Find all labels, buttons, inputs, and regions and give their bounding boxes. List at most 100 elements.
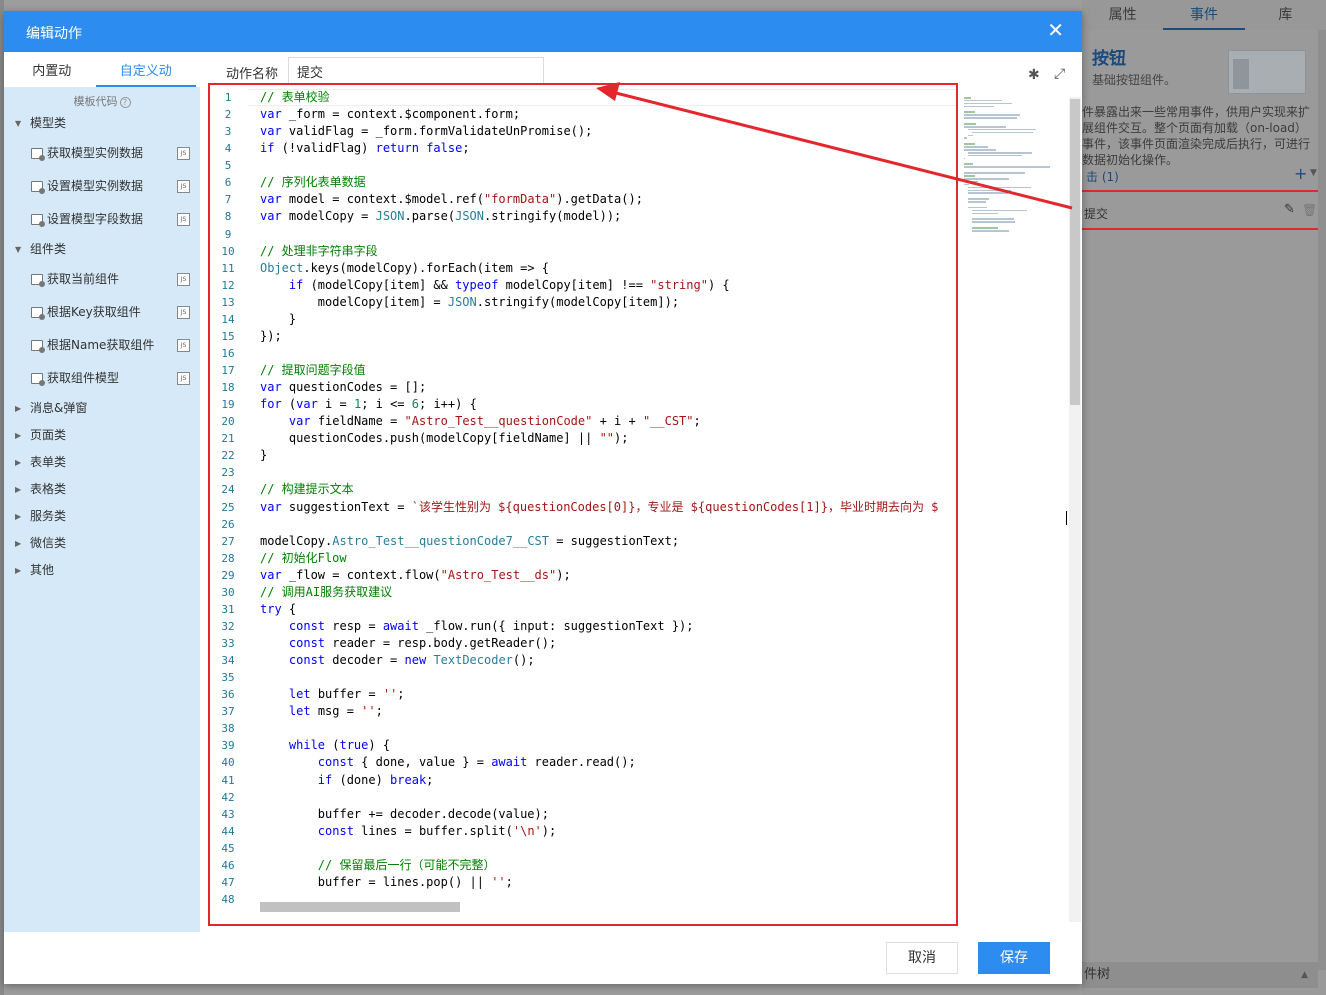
code-line[interactable]: if (modelCopy[item] && typeof modelCopy[…	[260, 277, 956, 294]
caret-right-icon[interactable]: ▶	[15, 503, 21, 530]
code-line[interactable]: Object.keys(modelCopy).forEach(item => {	[260, 260, 956, 277]
caret-right-icon[interactable]: ▶	[15, 422, 21, 449]
code-line[interactable]	[260, 226, 956, 243]
code-minimap[interactable]	[964, 97, 1068, 267]
tree-item[interactable]: 设置模型字段数据 JS	[4, 203, 200, 236]
save-button[interactable]: 保存	[978, 942, 1050, 974]
tree-item[interactable]: 设置模型实例数据 JS	[4, 170, 200, 203]
code-line[interactable]: for (var i = 1; i <= 6; i++) {	[260, 396, 956, 413]
code-content[interactable]: // 表单校验 var _form = context.$component.fo…	[260, 89, 956, 908]
js-file-icon[interactable]: JS	[177, 180, 190, 193]
code-line[interactable]: let buffer = '';	[260, 686, 956, 703]
caret-right-icon[interactable]: ▶	[15, 557, 21, 584]
caret-right-icon[interactable]: ▶	[15, 449, 21, 476]
add-event-icon[interactable]: +	[1294, 164, 1307, 183]
js-file-icon[interactable]: JS	[177, 306, 190, 319]
code-line[interactable]: // 初始化Flow	[260, 550, 956, 567]
code-line[interactable]: var questionCodes = [];	[260, 379, 956, 396]
code-line[interactable]: // 构建提示文本	[260, 481, 956, 498]
code-line[interactable]: });	[260, 328, 956, 345]
code-line[interactable]: var validFlag = _form.formValidateUnProm…	[260, 123, 956, 140]
tree-category[interactable]: ▶ 其他	[4, 557, 200, 584]
code-line[interactable]	[260, 789, 956, 806]
code-line[interactable]: var model = context.$model.ref("formData…	[260, 191, 956, 208]
tab-properties[interactable]: 属性	[1082, 0, 1163, 30]
debug-bug-icon[interactable]: ✱	[1028, 67, 1040, 83]
close-icon[interactable]: ✕	[1047, 18, 1064, 42]
code-line[interactable]: var suggestionText = `该学生性别为 ${questionC…	[260, 499, 956, 516]
tree-item[interactable]: 获取当前组件 JS	[4, 263, 200, 296]
code-line[interactable]: var modelCopy = JSON.parse(JSON.stringif…	[260, 208, 956, 225]
tab-events[interactable]: 事件	[1163, 0, 1245, 30]
tree-item[interactable]: 根据Name获取组件 JS	[4, 329, 200, 362]
fullscreen-icon[interactable]: ⤢	[1054, 66, 1065, 82]
code-line[interactable]: // 表单校验	[260, 89, 956, 106]
pencil-icon[interactable]: ✎	[1284, 202, 1295, 217]
trash-icon[interactable]: 🗑	[1302, 203, 1317, 217]
tree-category[interactable]: ▼ 组件类	[4, 236, 200, 263]
code-line[interactable]	[260, 669, 956, 686]
tree-category[interactable]: ▶ 服务类	[4, 503, 200, 530]
code-line[interactable]	[260, 516, 956, 533]
code-line[interactable]: var _flow = context.flow("Astro_Test__ds…	[260, 567, 956, 584]
js-file-icon[interactable]: JS	[177, 273, 190, 286]
chevron-up-icon[interactable]: ▲	[1301, 962, 1308, 988]
code-line[interactable]: // 序列化表单数据	[260, 174, 956, 191]
code-line[interactable]: while (true) {	[260, 737, 956, 754]
tree-item[interactable]: 根据Key获取组件 JS	[4, 296, 200, 329]
tab-library[interactable]: 库	[1245, 0, 1326, 30]
tab-builtin-actions[interactable]: 内置动作	[8, 52, 96, 119]
code-line[interactable]: var fieldName = "Astro_Test__questionCod…	[260, 413, 956, 430]
code-line[interactable]	[260, 464, 956, 481]
code-line[interactable]: buffer += decoder.decode(value);	[260, 806, 956, 823]
help-icon[interactable]: ?	[119, 97, 131, 108]
code-line[interactable]: try {	[260, 601, 956, 618]
code-line[interactable]: modelCopy[item] = JSON.stringify(modelCo…	[260, 294, 956, 311]
js-file-icon[interactable]: JS	[177, 213, 190, 226]
action-name-input[interactable]	[288, 57, 544, 85]
caret-down-icon[interactable]: ▼	[15, 236, 21, 263]
caret-down-icon[interactable]: ▼	[15, 110, 21, 137]
code-line[interactable]: const reader = resp.body.getReader();	[260, 635, 956, 652]
code-line[interactable]: const lines = buffer.split('\n');	[260, 823, 956, 840]
code-line[interactable]: let msg = '';	[260, 703, 956, 720]
event-item-submit[interactable]: 提交 ✎ 🗑	[1072, 190, 1320, 230]
panel-scrollbar[interactable]	[1318, 30, 1326, 970]
code-line[interactable]	[260, 157, 956, 174]
click-event-group[interactable]: 击 (1)	[1086, 168, 1119, 185]
code-line[interactable]: // 保留最后一行（可能不完整）	[260, 857, 956, 874]
code-line[interactable]	[260, 720, 956, 737]
code-line[interactable]: const resp = await _flow.run({ input: su…	[260, 618, 956, 635]
horizontal-scrollbar[interactable]	[260, 902, 460, 912]
code-line[interactable]: modelCopy.Astro_Test__questionCode7__CST…	[260, 533, 956, 550]
code-editor[interactable]: 1 2 3 4 5 6 7 8 9 10 11 12 13 14 15 16 17 18 19 20 21 22 23 24 2…	[208, 83, 958, 926]
code-line[interactable]: questionCodes.push(modelCopy[fieldName] …	[260, 430, 956, 447]
component-tree-header[interactable]: 件树 ▲	[1082, 962, 1318, 988]
code-line[interactable]: }	[260, 311, 956, 328]
code-line[interactable]: buffer = lines.pop() || '';	[260, 874, 956, 891]
code-line[interactable]: if (!validFlag) return false;	[260, 140, 956, 157]
code-line[interactable]: }	[260, 447, 956, 464]
code-line[interactable]: // 提取问题字段值	[260, 362, 956, 379]
code-line[interactable]	[260, 345, 956, 362]
code-line[interactable]	[260, 840, 956, 857]
tree-category[interactable]: ▶ 表格类	[4, 476, 200, 503]
tree-category[interactable]: ▶ 微信类	[4, 530, 200, 557]
collapse-caret-icon[interactable]: ▼	[1310, 168, 1317, 178]
code-line[interactable]: // 调用AI服务获取建议	[260, 584, 956, 601]
js-file-icon[interactable]: JS	[177, 147, 190, 160]
tree-category[interactable]: ▶ 页面类	[4, 422, 200, 449]
caret-right-icon[interactable]: ▶	[15, 530, 21, 557]
caret-right-icon[interactable]: ▶	[15, 476, 21, 503]
caret-right-icon[interactable]: ▶	[15, 395, 21, 422]
code-line[interactable]: var _form = context.$component.form;	[260, 106, 956, 123]
js-file-icon[interactable]: JS	[177, 372, 190, 385]
code-line[interactable]: // 处理非字符串字段	[260, 243, 956, 260]
cancel-button[interactable]: 取消	[886, 942, 958, 974]
code-line[interactable]: const { done, value } = await reader.rea…	[260, 754, 956, 771]
tree-category[interactable]: ▶ 表单类	[4, 449, 200, 476]
tree-item[interactable]: 获取模型实例数据 JS	[4, 137, 200, 170]
tab-custom-actions[interactable]: 自定义动作	[95, 52, 196, 119]
js-file-icon[interactable]: JS	[177, 339, 190, 352]
tree-category[interactable]: ▶ 消息&弹窗	[4, 395, 200, 422]
